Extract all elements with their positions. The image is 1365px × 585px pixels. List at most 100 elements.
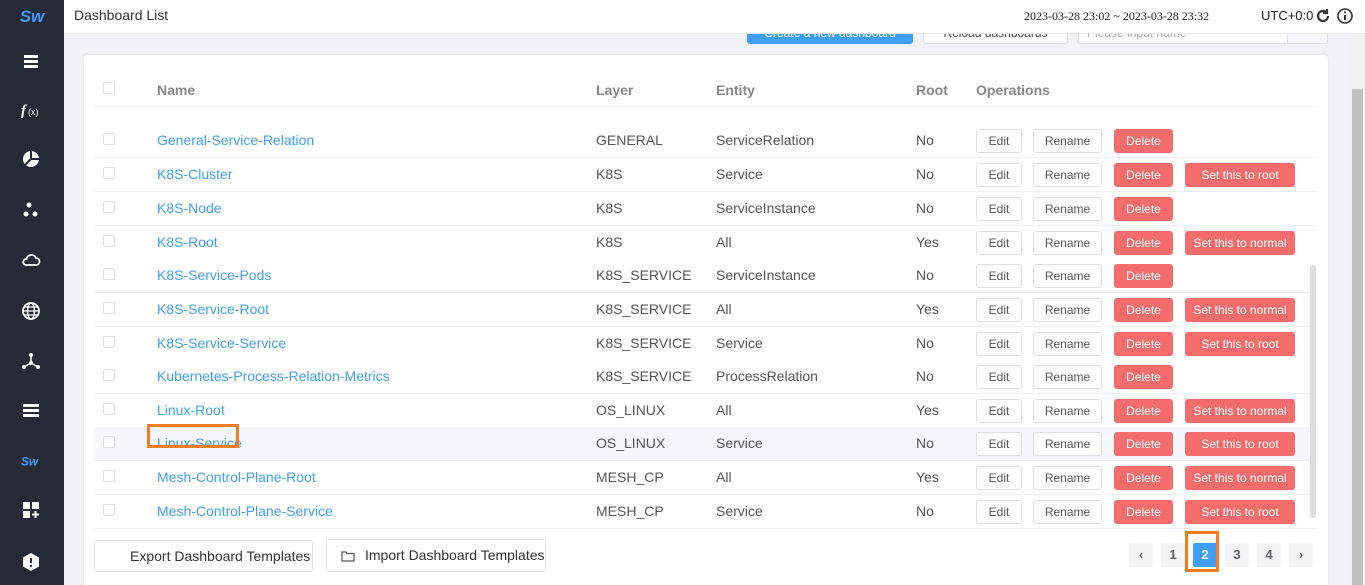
row-checkbox[interactable] <box>103 369 115 381</box>
rename-button[interactable]: Rename <box>1033 332 1102 356</box>
rename-button[interactable]: Rename <box>1033 129 1102 153</box>
cloud-icon[interactable] <box>20 249 42 271</box>
root-toggle-button[interactable]: Set this to normal <box>1185 466 1295 490</box>
dashboard-name-link[interactable]: Mesh-Control-Plane-Service <box>157 503 333 519</box>
delete-button[interactable]: Delete <box>1114 231 1173 255</box>
edit-button[interactable]: Edit <box>976 231 1022 255</box>
layers-icon[interactable] <box>20 50 42 72</box>
row-checkbox[interactable] <box>103 235 115 247</box>
row-checkbox[interactable] <box>103 133 115 145</box>
globe-icon[interactable] <box>20 300 42 322</box>
delete-button[interactable]: Delete <box>1114 298 1173 322</box>
function-icon[interactable]: f (x) <box>20 99 42 121</box>
row-checkbox[interactable] <box>103 268 115 280</box>
root-toggle-button[interactable]: Set this to root <box>1185 332 1295 356</box>
dashboard-name-link[interactable]: K8S-Root <box>157 234 218 250</box>
reload-icon[interactable] <box>1314 7 1332 25</box>
database-icon[interactable] <box>20 399 42 421</box>
rename-button[interactable]: Rename <box>1033 197 1102 221</box>
edit-button[interactable]: Edit <box>976 332 1022 356</box>
row-checkbox[interactable] <box>103 302 115 314</box>
row-checkbox[interactable] <box>103 201 115 213</box>
delete-button[interactable]: Delete <box>1114 500 1173 524</box>
delete-button[interactable]: Delete <box>1114 129 1173 153</box>
edit-button[interactable]: Edit <box>976 298 1022 322</box>
network-icon[interactable] <box>20 350 42 372</box>
search-input[interactable]: Please input name <box>1078 34 1288 44</box>
page-4-button[interactable]: 4 <box>1257 543 1281 567</box>
dashboard-name-link[interactable]: K8S-Service-Root <box>157 301 269 317</box>
rename-button[interactable]: Rename <box>1033 264 1102 288</box>
row-checkbox[interactable] <box>103 336 115 348</box>
page-scrollbar-thumb[interactable] <box>1352 89 1363 585</box>
root-toggle-button[interactable]: Set this to root <box>1185 432 1295 456</box>
select-all-checkbox[interactable] <box>103 82 115 94</box>
delete-button[interactable]: Delete <box>1114 197 1173 221</box>
rename-button[interactable]: Rename <box>1033 466 1102 490</box>
create-dashboard-button[interactable]: Create a new dashboard <box>747 34 913 44</box>
row-checkbox[interactable] <box>103 403 115 415</box>
dashboard-name-link[interactable]: K8S-Cluster <box>157 166 232 182</box>
root-toggle-button[interactable]: Set this to normal <box>1185 231 1295 255</box>
pie-chart-icon[interactable] <box>20 148 42 170</box>
timezone-label[interactable]: UTC+0:0 <box>1261 8 1313 23</box>
delete-button[interactable]: Delete <box>1114 365 1173 389</box>
logo[interactable]: Sw <box>0 4 64 30</box>
root-toggle-button[interactable]: Set this to root <box>1185 500 1295 524</box>
dashboard-name-link[interactable]: K8S-Service-Pods <box>157 267 271 283</box>
page-scrollbar[interactable] <box>1350 34 1365 585</box>
rename-button[interactable]: Rename <box>1033 298 1102 322</box>
rename-button[interactable]: Rename <box>1033 500 1102 524</box>
row-checkbox[interactable] <box>103 470 115 482</box>
page-3-button[interactable]: 3 <box>1225 543 1249 567</box>
row-checkbox[interactable] <box>103 167 115 179</box>
page-1-button[interactable]: 1 <box>1161 543 1185 567</box>
edit-button[interactable]: Edit <box>976 500 1022 524</box>
root-toggle-button[interactable]: Set this to normal <box>1185 399 1295 423</box>
settings-hex-icon[interactable] <box>20 551 42 573</box>
rename-button[interactable]: Rename <box>1033 163 1102 187</box>
import-templates-button[interactable]: Import Dashboard Templates <box>326 539 546 572</box>
delete-button[interactable]: Delete <box>1114 399 1173 423</box>
dashboard-name-link[interactable]: Linux-Root <box>157 402 225 418</box>
cluster-icon[interactable] <box>20 199 42 221</box>
rename-button[interactable]: Rename <box>1033 365 1102 389</box>
edit-button[interactable]: Edit <box>976 197 1022 221</box>
delete-button[interactable]: Delete <box>1114 264 1173 288</box>
edit-button[interactable]: Edit <box>976 163 1022 187</box>
root-toggle-button[interactable]: Set this to root <box>1185 163 1295 187</box>
dashboard-name-link[interactable]: Mesh-Control-Plane-Root <box>157 469 316 485</box>
delete-button[interactable]: Delete <box>1114 332 1173 356</box>
rename-button[interactable]: Rename <box>1033 432 1102 456</box>
export-templates-button[interactable]: Export Dashboard Templates <box>94 540 313 572</box>
page-2-button[interactable]: 2 <box>1193 543 1217 567</box>
dashboard-name-link[interactable]: K8S-Node <box>157 200 222 216</box>
edit-button[interactable]: Edit <box>976 129 1022 153</box>
dashboard-name-link[interactable]: Linux-Service <box>157 435 242 451</box>
edit-button[interactable]: Edit <box>976 466 1022 490</box>
reload-dashboards-button[interactable]: Reload dashboards <box>923 34 1068 44</box>
dashboard-name-link[interactable]: General-Service-Relation <box>157 132 314 148</box>
prev-page-button[interactable]: ‹ <box>1129 543 1153 567</box>
delete-button[interactable]: Delete <box>1114 432 1173 456</box>
dashboard-add-icon[interactable] <box>20 499 42 521</box>
next-page-button[interactable]: › <box>1289 543 1313 567</box>
rename-button[interactable]: Rename <box>1033 399 1102 423</box>
row-checkbox[interactable] <box>103 436 115 448</box>
edit-button[interactable]: Edit <box>976 365 1022 389</box>
edit-button[interactable]: Edit <box>976 432 1022 456</box>
edit-button[interactable]: Edit <box>976 399 1022 423</box>
skywalking-icon[interactable]: Sw <box>20 450 42 472</box>
search-button[interactable] <box>1287 34 1328 44</box>
delete-button[interactable]: Delete <box>1114 163 1173 187</box>
table-scrollbar[interactable] <box>1310 265 1316 518</box>
row-checkbox[interactable] <box>103 504 115 516</box>
info-icon[interactable] <box>1336 7 1354 25</box>
dashboard-name-link[interactable]: K8S-Service-Service <box>157 335 286 351</box>
root-toggle-button[interactable]: Set this to normal <box>1185 298 1295 322</box>
dashboard-name-link[interactable]: Kubernetes-Process-Relation-Metrics <box>157 368 390 384</box>
edit-button[interactable]: Edit <box>976 264 1022 288</box>
rename-button[interactable]: Rename <box>1033 231 1102 255</box>
time-range[interactable]: 2023-03-28 23:02 ~ 2023-03-28 23:32 <box>1024 9 1209 24</box>
delete-button[interactable]: Delete <box>1114 466 1173 490</box>
